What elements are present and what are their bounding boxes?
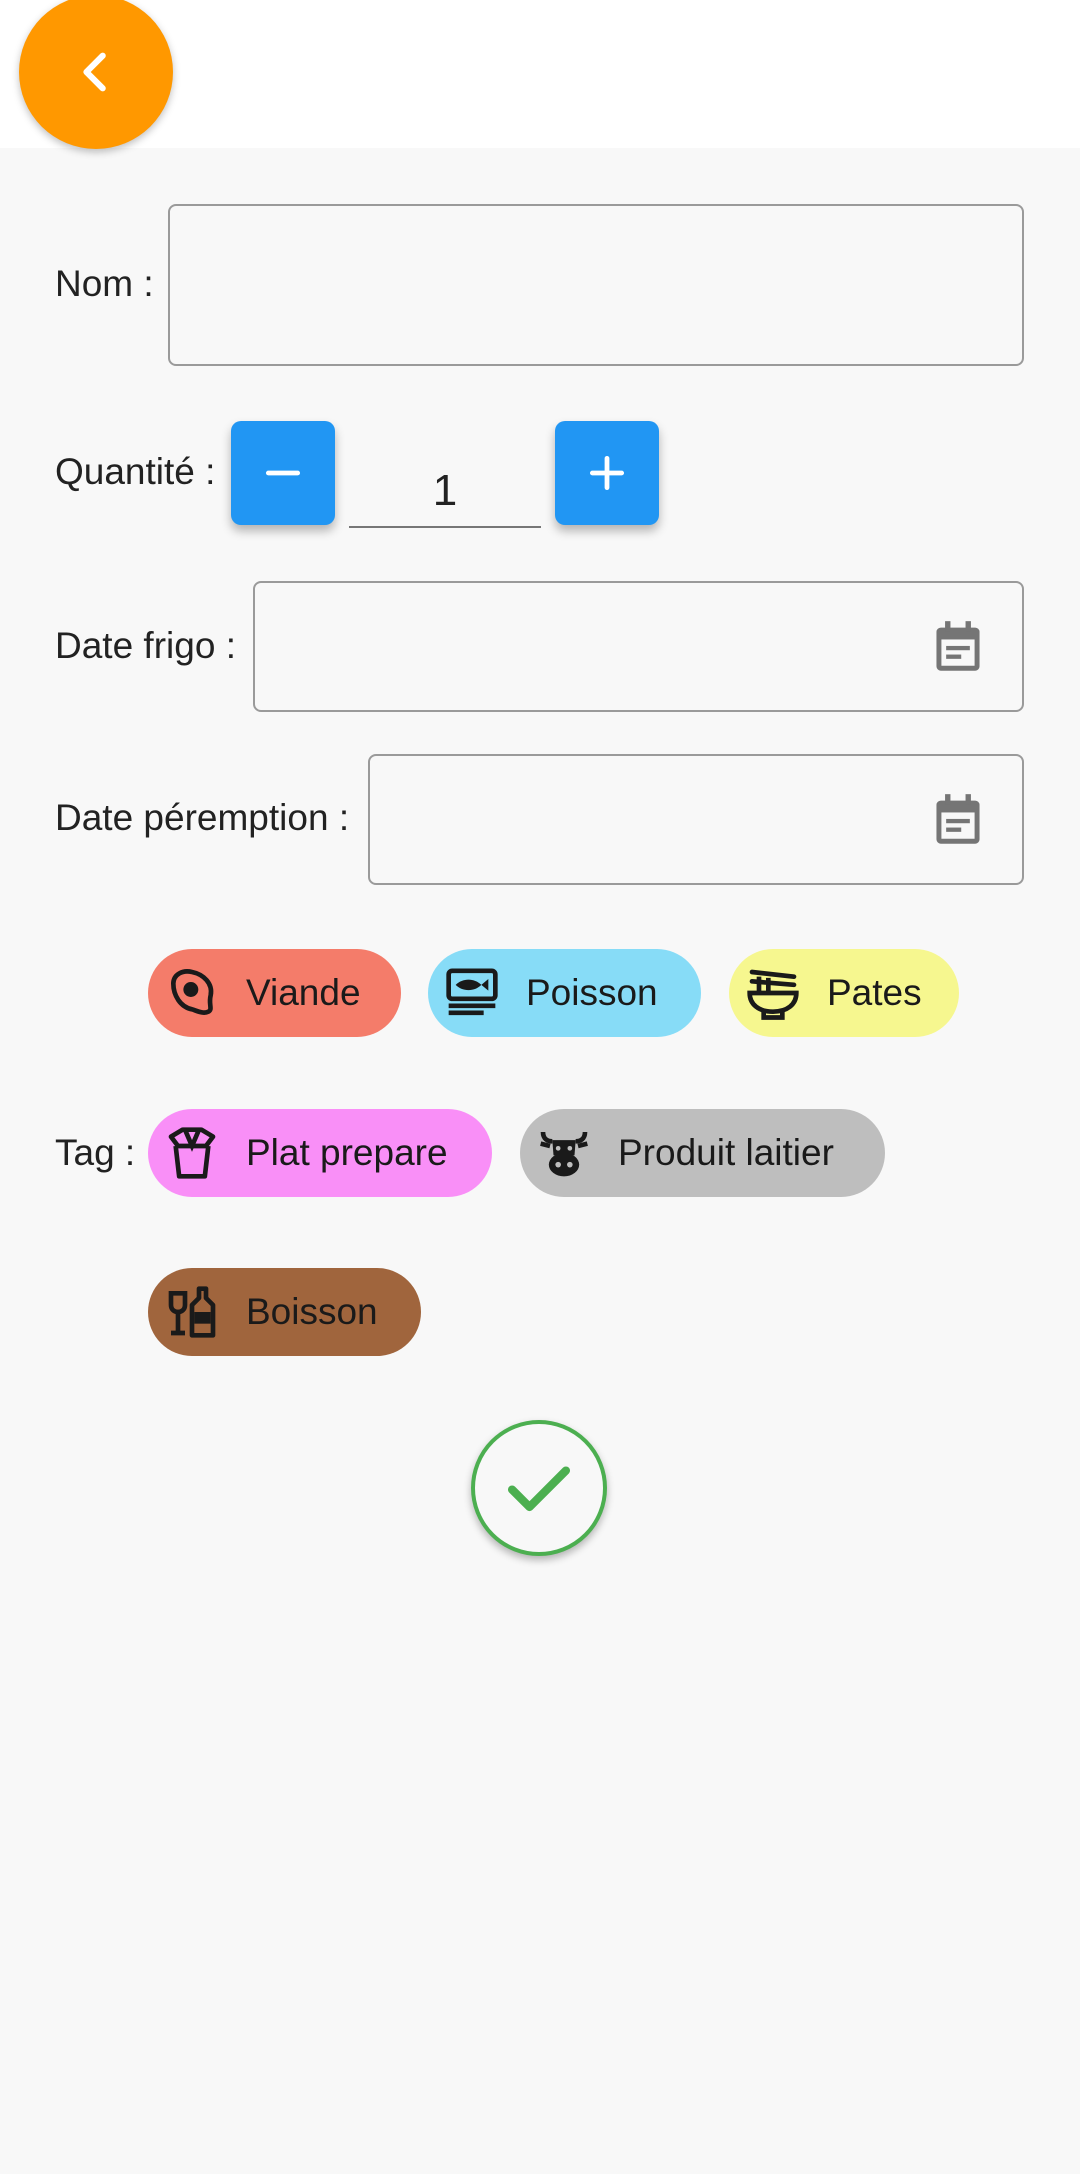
increment-button[interactable]: [555, 421, 659, 525]
bottle-glass-icon: [164, 1284, 220, 1340]
tag-label-plat-prepare: Plat prepare: [246, 1132, 448, 1173]
confirm-button[interactable]: [471, 1420, 607, 1556]
date-peremption-input[interactable]: [368, 754, 1024, 885]
tag-label-pates: Pates: [827, 972, 922, 1013]
plus-icon: [589, 455, 625, 491]
calendar-icon[interactable]: [932, 619, 984, 675]
nom-label: Nom :: [55, 263, 154, 304]
chevron-left-icon: [83, 52, 106, 92]
date-peremption-label: Date péremption :: [55, 797, 350, 838]
quantite-label: Quantité :: [55, 451, 216, 492]
top-bar: [0, 0, 1080, 149]
noodle-bowl-icon: [745, 965, 801, 1021]
tag-chip-viande[interactable]: Viande: [148, 949, 401, 1037]
tag-label-produit-laitier: Produit laitier: [618, 1132, 834, 1173]
calendar-icon[interactable]: [932, 792, 984, 848]
nom-input[interactable]: [168, 204, 1024, 366]
cow-icon: [536, 1125, 592, 1181]
takeout-box-icon: [164, 1125, 220, 1181]
tag-chip-plat-prepare[interactable]: Plat prepare: [148, 1109, 492, 1197]
check-icon: [507, 1466, 571, 1512]
tag-chip-pates[interactable]: Pates: [729, 949, 959, 1037]
tag-label-boisson: Boisson: [246, 1291, 378, 1332]
date-frigo-input[interactable]: [253, 581, 1024, 712]
minus-icon: [265, 470, 301, 476]
back-button[interactable]: [19, 0, 173, 149]
date-frigo-label: Date frigo :: [55, 625, 236, 666]
tag-chip-poisson[interactable]: Poisson: [428, 949, 701, 1037]
tag-chip-boisson[interactable]: Boisson: [148, 1268, 421, 1356]
decrement-button[interactable]: [231, 421, 335, 525]
quantity-field[interactable]: 1: [349, 456, 541, 528]
tag-label-poisson: Poisson: [526, 972, 658, 1013]
tag-chip-produit-laitier[interactable]: Produit laitier: [520, 1109, 885, 1197]
tag-label-viande: Viande: [246, 972, 361, 1013]
tag-label: Tag :: [55, 1132, 136, 1173]
fish-icon: [444, 965, 500, 1021]
meat-icon: [164, 965, 220, 1021]
